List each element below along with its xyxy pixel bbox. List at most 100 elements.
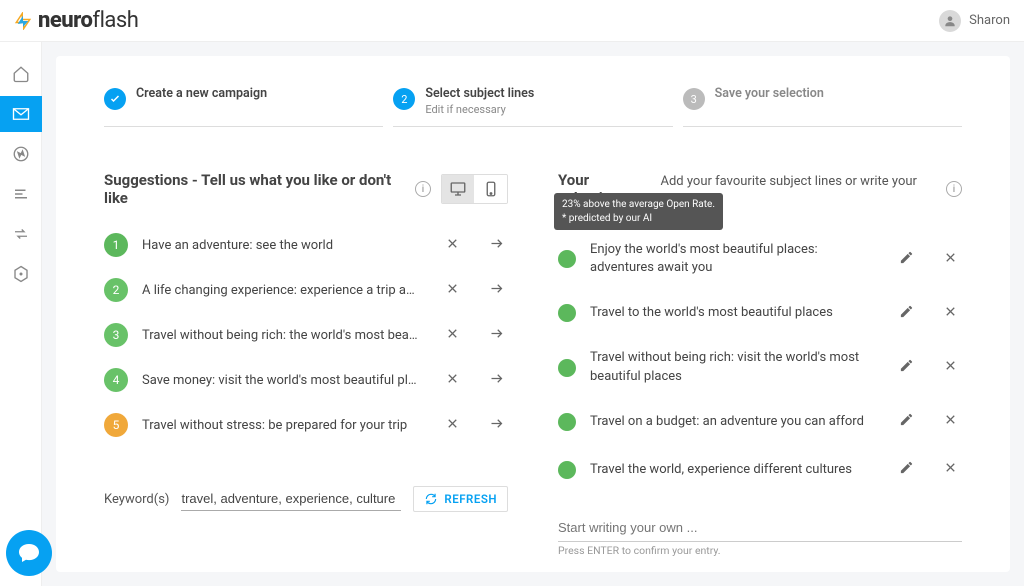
- edit-button[interactable]: [894, 247, 918, 271]
- edit-button[interactable]: [894, 458, 918, 482]
- selection-row: Travel the world, experience different c…: [558, 446, 962, 494]
- step-title: Save your selection: [715, 86, 824, 101]
- step-title: Select subject lines: [425, 86, 534, 101]
- close-icon: [445, 236, 460, 255]
- accept-button[interactable]: [484, 323, 508, 347]
- sidebar-item-transfer[interactable]: [0, 216, 42, 252]
- accept-button[interactable]: [484, 278, 508, 302]
- close-icon: [445, 371, 460, 390]
- close-icon: [943, 412, 958, 431]
- selection-text: Travel to the world's most beautiful pla…: [590, 304, 874, 322]
- suggestion-row: 3 Travel without being rich: the world's …: [104, 313, 508, 358]
- arrow-right-icon: [489, 416, 504, 435]
- info-icon[interactable]: i: [946, 181, 962, 197]
- mail-icon: [12, 105, 30, 123]
- rating-dot: [558, 304, 576, 322]
- desktop-icon: [449, 180, 467, 198]
- close-icon: [943, 460, 958, 479]
- edit-icon: [899, 304, 914, 323]
- edit-button[interactable]: [894, 410, 918, 434]
- chat-icon: [17, 541, 41, 565]
- selection-row: Enjoy the world's most beautiful places:…: [558, 229, 962, 289]
- rating-dot: [558, 461, 576, 479]
- suggestions-title: Suggestions - Tell us what you like or d…: [104, 171, 405, 207]
- step-1[interactable]: Create a new campaign: [104, 86, 383, 127]
- refresh-label: REFRESH: [444, 492, 497, 506]
- rating-dot: [558, 413, 576, 431]
- dismiss-button[interactable]: [440, 368, 464, 392]
- logo[interactable]: neuroflash: [14, 8, 138, 33]
- dismiss-button[interactable]: [440, 233, 464, 257]
- suggestion-number: 4: [104, 368, 128, 392]
- write-own: [558, 514, 962, 542]
- close-icon: [943, 304, 958, 323]
- main: Create a new campaign 2 Select subject l…: [42, 42, 1024, 586]
- compass-icon: [12, 145, 30, 163]
- refresh-button[interactable]: REFRESH: [413, 486, 508, 512]
- close-icon: [445, 416, 460, 435]
- accept-button[interactable]: [484, 233, 508, 257]
- suggestions-header: Suggestions - Tell us what you like or d…: [104, 171, 508, 207]
- accept-button[interactable]: [484, 368, 508, 392]
- sidebar-item-settings[interactable]: [0, 256, 42, 292]
- edit-button[interactable]: [894, 301, 918, 325]
- dismiss-button[interactable]: [440, 323, 464, 347]
- remove-button[interactable]: [938, 458, 962, 482]
- selection-column: Your selection Add your favourite subjec…: [558, 171, 962, 557]
- dismiss-button[interactable]: [440, 278, 464, 302]
- steps: Create a new campaign 2 Select subject l…: [104, 86, 962, 127]
- edit-icon: [899, 358, 914, 377]
- hex-icon: [12, 265, 30, 283]
- arrow-right-icon: [489, 326, 504, 345]
- mobile-view-button[interactable]: [474, 175, 507, 203]
- selection-text: Travel without being rich: visit the wor…: [590, 349, 874, 385]
- device-toggle: [441, 174, 508, 204]
- remove-button[interactable]: [938, 410, 962, 434]
- suggestion-text: Travel without being rich: the world's m…: [142, 328, 420, 343]
- desktop-view-button[interactable]: [442, 175, 475, 203]
- remove-button[interactable]: [938, 356, 962, 380]
- user-name: Sharon: [969, 13, 1010, 28]
- selection-row: Travel to the world's most beautiful pla…: [558, 289, 962, 337]
- refresh-icon: [424, 492, 438, 506]
- sidebar-item-lines[interactable]: [0, 176, 42, 212]
- chat-bubble-button[interactable]: [6, 530, 52, 576]
- keyword-label: Keyword(s): [104, 492, 169, 507]
- sidebar-item-home[interactable]: [0, 56, 42, 92]
- edit-icon: [899, 460, 914, 479]
- close-icon: [445, 326, 460, 345]
- avatar: [939, 10, 961, 32]
- lines-icon: [12, 185, 30, 203]
- edit-icon: [899, 412, 914, 431]
- write-own-input[interactable]: [558, 514, 962, 541]
- suggestion-text: Travel without stress: be prepared for y…: [142, 418, 420, 433]
- user-icon: [943, 14, 957, 28]
- suggestions-column: Suggestions - Tell us what you like or d…: [104, 171, 508, 557]
- keyword-input[interactable]: [181, 487, 401, 511]
- edit-button[interactable]: [894, 356, 918, 380]
- arrow-right-icon: [489, 371, 504, 390]
- accept-button[interactable]: [484, 413, 508, 437]
- sidebar-item-mail[interactable]: [0, 96, 42, 132]
- suggestion-number: 2: [104, 278, 128, 302]
- logo-text-suffix: flash: [92, 8, 138, 33]
- step-3[interactable]: 3 Save your selection: [683, 86, 962, 127]
- rating-dot: [558, 359, 576, 377]
- remove-button[interactable]: [938, 247, 962, 271]
- close-icon: [445, 281, 460, 300]
- step-number: 3: [683, 88, 705, 110]
- suggestion-number: 3: [104, 323, 128, 347]
- sidebar-item-explore[interactable]: [0, 136, 42, 172]
- columns: Suggestions - Tell us what you like or d…: [104, 171, 962, 557]
- edit-icon: [899, 250, 914, 269]
- step-2[interactable]: 2 Select subject lines Edit if necessary: [393, 86, 672, 127]
- keyword-row: Keyword(s) REFRESH: [104, 486, 508, 512]
- sidebar: [0, 42, 42, 586]
- selection-row: Travel on a budget: an adventure you can…: [558, 398, 962, 446]
- user-menu[interactable]: Sharon: [939, 10, 1010, 32]
- dismiss-button[interactable]: [440, 413, 464, 437]
- selection-text: Travel on a budget: an adventure you can…: [590, 413, 874, 431]
- info-icon[interactable]: i: [415, 181, 431, 197]
- step-title: Create a new campaign: [136, 86, 267, 101]
- remove-button[interactable]: [938, 301, 962, 325]
